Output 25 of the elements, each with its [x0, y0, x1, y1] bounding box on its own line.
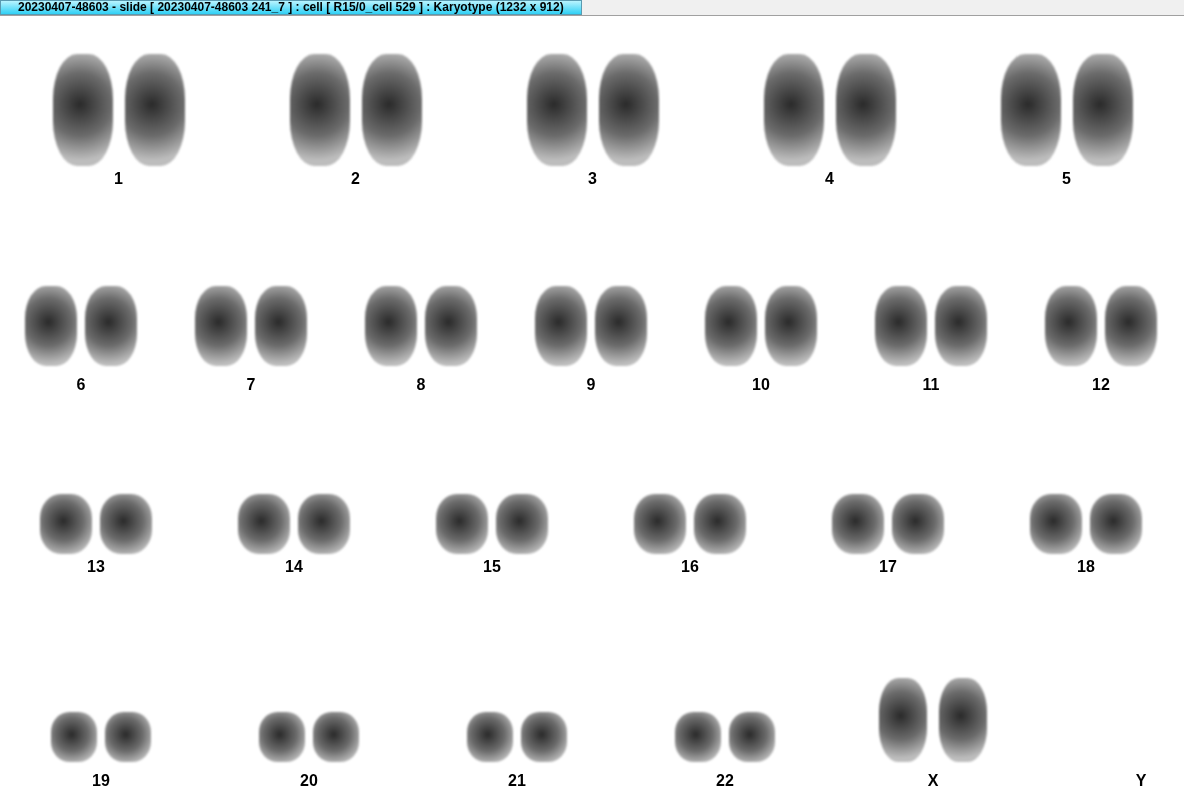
chromosome-number: 7: [246, 376, 256, 394]
chromosome-number: 2: [351, 170, 360, 188]
chromosome-number: 18: [1077, 558, 1095, 576]
window-title: 20230407-48603 - slide [ 20230407-48603 241_7 ] : cell [ R15/0_cell 529 ] : Karyotype (1232 x 912): [0, 0, 582, 15]
chromosome-number: 5: [1062, 170, 1071, 188]
chromosome-number: 21: [508, 772, 526, 790]
chromosome-number: 9: [586, 376, 596, 394]
chromosome-number: 10: [752, 376, 770, 394]
chromosome-number: 6: [76, 376, 86, 394]
chromosome-number: 11: [922, 376, 940, 394]
chromosome-number: 19: [92, 772, 110, 790]
chromosome-number: 1: [114, 170, 123, 188]
chromosome-number: 22: [716, 772, 734, 790]
chromosome-number: Y: [1135, 772, 1147, 790]
chromosome-number: 13: [87, 558, 105, 576]
chromosome-number: 14: [285, 558, 303, 576]
chromosome-number: 20: [300, 772, 318, 790]
chromosome-number: 15: [483, 558, 501, 576]
chromosome-number: 3: [588, 170, 597, 188]
chromosome-number: X: [927, 772, 939, 790]
chromosome-number: 16: [681, 558, 699, 576]
chromosome-number: 17: [879, 558, 897, 576]
chromosome-number: 12: [1092, 376, 1110, 394]
chromosome-number: 8: [416, 376, 426, 394]
chromosome-number: 4: [825, 170, 834, 188]
